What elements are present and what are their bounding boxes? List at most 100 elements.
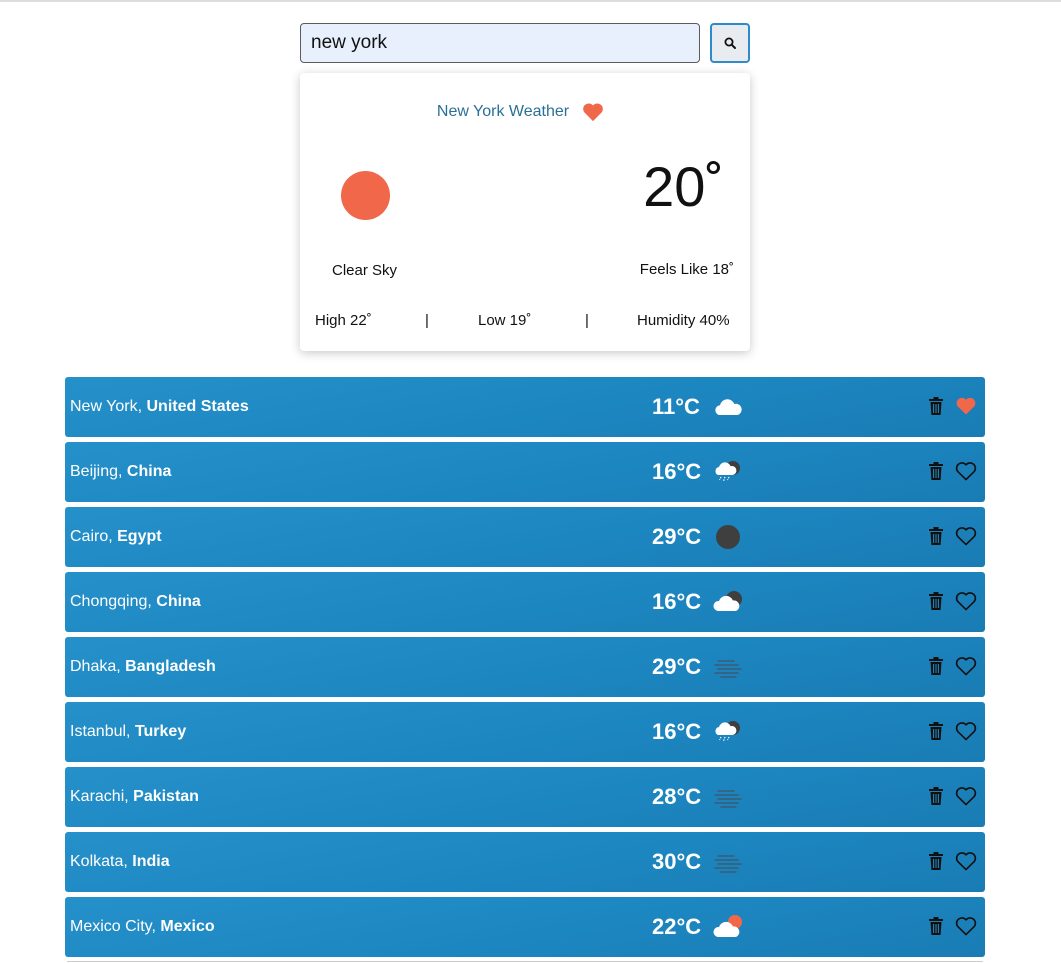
city-name: Dhaka, Bangladesh bbox=[70, 658, 216, 675]
favorite-button[interactable] bbox=[955, 916, 977, 936]
favorite-button[interactable] bbox=[955, 591, 977, 611]
favorite-button[interactable] bbox=[955, 721, 977, 741]
city-row[interactable]: Chongqing, China 16°C bbox=[65, 572, 985, 632]
heart-outline-icon bbox=[955, 527, 977, 550]
city-label: New York bbox=[70, 398, 138, 415]
favorite-button[interactable] bbox=[955, 786, 977, 806]
city-temperature: 22°C bbox=[652, 914, 702, 939]
city-label: Chongqing bbox=[70, 593, 148, 610]
moon-icon bbox=[712, 523, 744, 551]
country-label: Pakistan bbox=[133, 788, 199, 805]
heart-outline-icon bbox=[955, 657, 977, 680]
mist-icon bbox=[712, 653, 744, 681]
city-label: Mexico City bbox=[70, 918, 152, 935]
favorite-button[interactable] bbox=[955, 656, 977, 676]
heart-outline-icon bbox=[955, 787, 977, 810]
city-row[interactable]: Mexico City, Mexico 22°C bbox=[65, 897, 985, 957]
rain-night-icon bbox=[712, 458, 744, 486]
country-label: Turkey bbox=[134, 723, 187, 740]
top-divider bbox=[0, 0, 1061, 2]
trash-icon bbox=[928, 852, 944, 874]
trash-icon bbox=[928, 527, 944, 549]
city-temperature: 29°C bbox=[652, 524, 702, 549]
city-name: Istanbul, Turkey bbox=[70, 723, 187, 740]
city-row[interactable]: Cairo, Egypt 29°C bbox=[65, 507, 985, 567]
search-input[interactable] bbox=[300, 23, 700, 63]
city-name: Kolkata, India bbox=[70, 853, 170, 870]
favorite-button[interactable] bbox=[955, 526, 977, 546]
city-temperature: 16°C bbox=[652, 459, 702, 484]
city-label: Cairo bbox=[70, 528, 109, 545]
city-name: Mexico City, Mexico bbox=[70, 918, 215, 935]
country-label: China bbox=[126, 463, 172, 480]
city-name: Cairo, Egypt bbox=[70, 528, 162, 545]
city-name: Chongqing, China bbox=[70, 593, 201, 610]
condition-label: Clear Sky bbox=[332, 262, 398, 279]
heart-outline-icon bbox=[955, 722, 977, 745]
delete-button[interactable] bbox=[928, 722, 944, 740]
delete-button[interactable] bbox=[928, 852, 944, 870]
city-label: Kolkata bbox=[70, 853, 124, 870]
delete-button[interactable] bbox=[928, 917, 944, 935]
humidity: Humidity 40% bbox=[637, 312, 730, 329]
heart-outline-icon bbox=[955, 917, 977, 940]
heart-outline-icon bbox=[955, 592, 977, 615]
city-name: Karachi, Pakistan bbox=[70, 788, 199, 805]
card-title: New York Weather bbox=[436, 103, 570, 120]
city-row[interactable]: Istanbul, Turkey 16°C bbox=[65, 702, 985, 762]
city-temperature: 30°C bbox=[652, 849, 702, 874]
trash-icon bbox=[928, 917, 944, 939]
city-list: New York, United States 11°C Beijing, Chin… bbox=[65, 377, 985, 962]
low-temp: Low 19˚ bbox=[478, 312, 532, 329]
favorite-button[interactable] bbox=[955, 851, 977, 871]
delete-button[interactable] bbox=[928, 657, 944, 675]
rain-night-icon bbox=[712, 718, 744, 746]
feels-like-label: Feels Like 18˚ bbox=[639, 261, 734, 278]
delete-button[interactable] bbox=[928, 787, 944, 805]
sun-icon bbox=[341, 171, 390, 220]
heart-filled-icon bbox=[955, 397, 977, 420]
trash-icon bbox=[928, 787, 944, 809]
country-label: India bbox=[132, 853, 170, 870]
city-row[interactable]: Karachi, Pakistan 28°C bbox=[65, 767, 985, 827]
heart-filled-icon[interactable] bbox=[582, 102, 604, 122]
city-name: Beijing, China bbox=[70, 463, 172, 480]
mist-icon bbox=[712, 848, 744, 876]
city-temperature: 16°C bbox=[652, 589, 702, 614]
delete-button[interactable] bbox=[928, 462, 944, 480]
favorite-button[interactable] bbox=[955, 461, 977, 481]
country-label: Bangladesh bbox=[125, 658, 216, 675]
trash-icon bbox=[928, 657, 944, 679]
city-temperature: 28°C bbox=[652, 784, 702, 809]
cloud-icon bbox=[712, 393, 744, 421]
city-temperature: 29°C bbox=[652, 654, 702, 679]
city-row[interactable]: Dhaka, Bangladesh 29°C bbox=[65, 637, 985, 697]
city-row[interactable]: Kolkata, India 30°C bbox=[65, 832, 985, 892]
search-icon bbox=[724, 37, 736, 49]
city-name: New York, United States bbox=[70, 398, 249, 415]
delete-button[interactable] bbox=[928, 397, 944, 415]
country-label: Egypt bbox=[117, 528, 162, 545]
city-label: Istanbul bbox=[70, 723, 127, 740]
favorite-button[interactable] bbox=[955, 396, 977, 416]
country-label: China bbox=[156, 593, 201, 610]
search-button[interactable] bbox=[710, 23, 750, 63]
country-label: United States bbox=[146, 398, 249, 415]
delete-button[interactable] bbox=[928, 527, 944, 545]
heart-outline-icon bbox=[955, 462, 977, 485]
stats-separator: | bbox=[425, 312, 429, 329]
city-label: Dhaka bbox=[70, 658, 117, 675]
trash-icon bbox=[928, 722, 944, 744]
city-row[interactable]: Beijing, China 16°C bbox=[65, 442, 985, 502]
heart-outline-icon bbox=[955, 852, 977, 875]
city-label: Karachi bbox=[70, 788, 125, 805]
high-temp: High 22˚ bbox=[315, 312, 372, 329]
weather-card: New York Weather 20˚ Clear Sky Feels Lik… bbox=[300, 73, 750, 351]
city-label: Beijing bbox=[70, 463, 119, 480]
bottom-divider bbox=[67, 961, 983, 962]
city-row[interactable]: New York, United States 11°C bbox=[65, 377, 985, 437]
city-temperature: 11°C bbox=[652, 394, 700, 419]
trash-icon bbox=[928, 397, 944, 419]
cloud-night-icon bbox=[712, 588, 744, 616]
delete-button[interactable] bbox=[928, 592, 944, 610]
